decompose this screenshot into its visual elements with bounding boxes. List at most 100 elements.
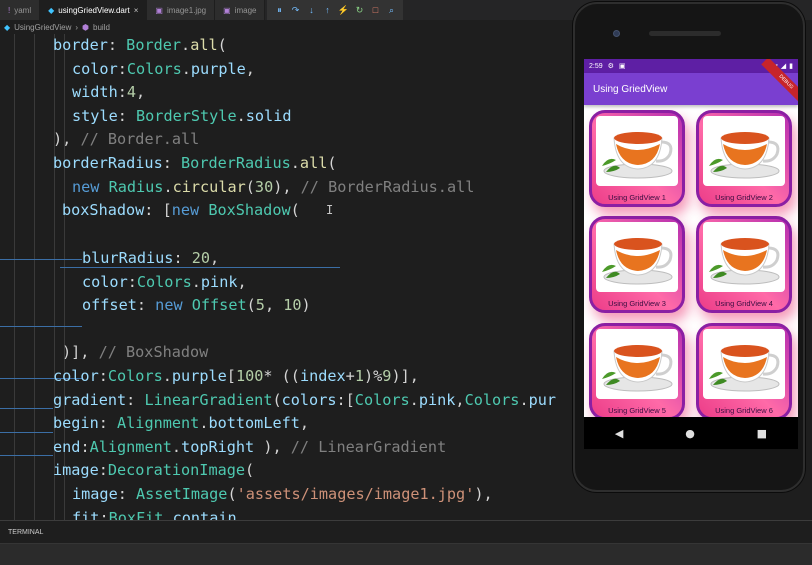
- restart-icon[interactable]: ↻: [353, 5, 365, 16]
- code-line: color:Colors.purple[100* ((index+1)%9)],: [53, 365, 419, 388]
- code-token: :: [98, 414, 118, 432]
- dart-file-icon: ◆: [4, 22, 11, 32]
- tile-label: Using GridView 1: [608, 193, 666, 202]
- code-token: (: [290, 201, 300, 219]
- code-token: borderRadius: [53, 154, 163, 172]
- code-token: ,: [237, 273, 247, 291]
- code-token: ),: [474, 485, 493, 503]
- breadcrumb-file[interactable]: UsingGriedView: [14, 23, 71, 32]
- code-token: all: [190, 36, 218, 54]
- error-squiggle: [0, 432, 53, 433]
- code-token: new: [155, 296, 192, 314]
- editor-tab[interactable]: ▣ image: [215, 0, 266, 20]
- code-line: image:DecorationImage(: [53, 459, 254, 482]
- step-over-icon[interactable]: ↷: [289, 5, 301, 16]
- code-token: Colors: [354, 391, 410, 409]
- camera-icon: [613, 30, 620, 37]
- indent-guide: [34, 34, 35, 520]
- code-token: Colors: [464, 391, 520, 409]
- code-token: DecorationImage: [107, 461, 246, 479]
- code-token: Colors: [136, 273, 192, 291]
- code-token: begin: [53, 414, 99, 432]
- code-token: :[: [336, 391, 355, 409]
- breadcrumb-item[interactable]: build: [93, 23, 110, 32]
- code-token: purple: [190, 60, 246, 78]
- close-icon[interactable]: ×: [134, 6, 139, 15]
- editor-tab[interactable]: ! yaml: [0, 0, 41, 20]
- tea-cup-image: [596, 116, 678, 186]
- code-token: ),: [273, 178, 301, 196]
- back-icon[interactable]: ◀: [615, 427, 623, 440]
- app-title: Using GriedView: [593, 83, 668, 95]
- code-token: : [: [144, 201, 172, 219]
- code-token: .: [163, 178, 173, 196]
- tile-label: Using GridView 6: [715, 406, 773, 415]
- code-token: ): [301, 296, 311, 314]
- image-file-icon: ▣: [155, 5, 163, 15]
- step-out-icon[interactable]: ↑: [321, 5, 333, 15]
- grid-tile[interactable]: Using GridView 5: [589, 323, 685, 417]
- grid-tile[interactable]: Using GridView 3: [589, 216, 685, 313]
- pause-icon[interactable]: ⏸: [273, 5, 285, 16]
- battery-icon: ▮: [789, 63, 793, 70]
- code-token: style: [72, 107, 118, 125]
- code-token: .: [191, 273, 201, 291]
- grid-tile[interactable]: Using GridView 6: [696, 323, 792, 417]
- home-icon[interactable]: ●: [685, 427, 695, 440]
- grid-view[interactable]: Using GridView 1 Using GridView 2 Using Gr…: [584, 105, 798, 417]
- code-line: )], // BoxShadow: [62, 341, 208, 364]
- tea-cup-image: [703, 222, 785, 292]
- code-token: 1: [354, 367, 364, 385]
- code-token: :: [126, 391, 145, 409]
- tab-label: image: [234, 5, 257, 15]
- code-token: :: [107, 36, 127, 54]
- code-token: Border: [126, 36, 182, 54]
- code-token: bottomLeft: [208, 414, 300, 432]
- code-token: Radius: [108, 178, 164, 196]
- dart-file-icon: ◆: [48, 5, 55, 15]
- stop-icon[interactable]: □: [369, 5, 381, 15]
- code-token: // BorderRadius.all: [300, 178, 475, 196]
- code-token: :: [80, 438, 90, 456]
- code-token: circular: [172, 178, 246, 196]
- terminal-panel: TERMINAL: [0, 520, 812, 543]
- editor-tab[interactable]: ▣ image1.jpg: [147, 0, 216, 20]
- step-into-icon[interactable]: ↓: [305, 5, 317, 15]
- code-token: ),: [53, 130, 81, 148]
- code-token: BoxShadow: [208, 201, 291, 219]
- code-token: color: [53, 367, 99, 385]
- code-line: style: BorderStyle.solid: [72, 105, 291, 128]
- code-token: Alignment: [89, 438, 172, 456]
- terminal-tab[interactable]: TERMINAL: [8, 529, 43, 536]
- code-token: BorderStyle: [136, 107, 237, 125]
- grid-tile[interactable]: Using GridView 4: [696, 216, 792, 313]
- code-token: pink: [418, 391, 456, 409]
- code-token: ,: [299, 414, 310, 432]
- editor-tab[interactable]: ◆ usingGriedView.dart ×: [40, 0, 148, 20]
- code-token: pink: [200, 273, 238, 291]
- code-token: image: [72, 485, 118, 503]
- code-token: :: [173, 249, 192, 267]
- code-token: border: [53, 36, 108, 54]
- code-token: 4: [126, 83, 137, 101]
- tile-label: Using GridView 4: [715, 299, 773, 308]
- android-emulator: 2:59 ⚙ ▣ ▾ ◢ ▮ Using GriedView DEBUG Usi…: [573, 2, 805, 492]
- code-token: )],: [391, 367, 419, 385]
- code-token: (: [327, 154, 337, 172]
- grid-tile[interactable]: Using GridView 2: [696, 110, 792, 207]
- recents-icon[interactable]: ■: [757, 427, 767, 440]
- code-token: offset: [82, 296, 137, 314]
- code-line: offset: new Offset(5, 10): [82, 294, 311, 317]
- code-token: gradient: [53, 391, 127, 409]
- code-token: .: [519, 391, 529, 409]
- inspector-icon[interactable]: ⌕: [385, 5, 397, 16]
- code-token: image: [53, 461, 99, 479]
- hot-reload-icon[interactable]: ⚡: [337, 5, 349, 16]
- chevron-right-icon: ›: [75, 22, 79, 32]
- code-token: Colors: [126, 60, 182, 78]
- grid-tile[interactable]: Using GridView 1: [589, 110, 685, 207]
- code-token: (: [217, 36, 227, 54]
- code-token: colors: [281, 391, 337, 409]
- code-token: index: [299, 367, 346, 385]
- tea-cup-image: [596, 222, 678, 292]
